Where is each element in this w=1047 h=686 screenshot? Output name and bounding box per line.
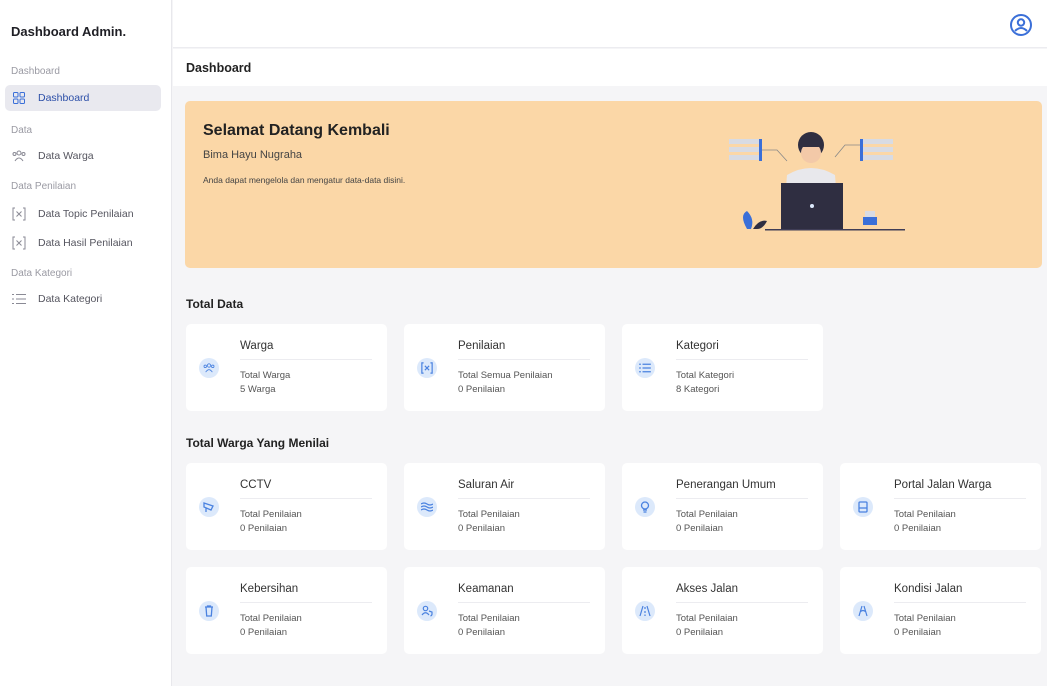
card-title: Warga xyxy=(240,340,372,360)
card-title: Akses Jalan xyxy=(676,583,808,603)
road-condition-icon xyxy=(853,601,873,621)
cctv-icon xyxy=(199,497,219,517)
users-icon xyxy=(11,149,27,163)
card-label: Total Warga xyxy=(240,370,291,381)
card-kebersihan[interactable]: Kebersihan Total Penilaian 0 Penilaian xyxy=(186,567,387,654)
sidebar-item-topic[interactable]: Data Topic Penilaian xyxy=(5,201,161,227)
section-total-data-title: Total Data xyxy=(186,297,244,311)
page-header: Dashboard xyxy=(173,49,1047,86)
sidebar-item-warga[interactable]: Data Warga xyxy=(5,143,161,169)
card-penerangan-umum[interactable]: Penerangan Umum Total Penilaian 0 Penila… xyxy=(622,463,823,550)
sidebar-item-label: Data Warga xyxy=(38,150,94,162)
banner-user-name: Bima Hayu Nugraha xyxy=(203,149,303,161)
sidebar-item-label: Data Hasil Penilaian xyxy=(38,237,133,249)
grid-icon xyxy=(11,91,27,105)
users-icon xyxy=(199,358,219,378)
sidebar: Dashboard Admin. Dashboard Dashboard Dat… xyxy=(0,0,172,686)
section-data: Data xyxy=(11,125,33,136)
card-label: Total Penilaian xyxy=(894,613,956,624)
card-value: 8 Kategori xyxy=(676,384,720,395)
trash-icon xyxy=(199,601,219,621)
sidebar-item-label: Data Topic Penilaian xyxy=(38,208,134,220)
water-icon xyxy=(417,497,437,517)
topbar xyxy=(173,0,1047,48)
road-icon xyxy=(635,601,655,621)
card-value: 0 Penilaian xyxy=(240,523,288,534)
card-title: Penilaian xyxy=(458,340,590,360)
sidebar-item-label: Data Kategori xyxy=(38,293,103,305)
card-value: 0 Penilaian xyxy=(458,627,506,638)
card-penilaian[interactable]: Penilaian Total Semua Penilaian 0 Penila… xyxy=(404,324,605,411)
card-label: Total Penilaian xyxy=(458,509,520,520)
banner-description: Anda dapat mengelola dan mengatur data-d… xyxy=(203,175,406,185)
card-title: Penerangan Umum xyxy=(676,479,808,499)
user-avatar-icon[interactable] xyxy=(1010,14,1032,36)
section-kategori: Data Kategori xyxy=(11,268,73,279)
card-value: 0 Penilaian xyxy=(240,627,288,638)
card-akses-jalan[interactable]: Akses Jalan Total Penilaian 0 Penilaian xyxy=(622,567,823,654)
card-title: CCTV xyxy=(240,479,372,499)
card-title: Kategori xyxy=(676,340,808,360)
section-dashboard: Dashboard xyxy=(11,66,60,77)
card-warga[interactable]: Warga Total Warga 5 Warga xyxy=(186,324,387,411)
card-title: Saluran Air xyxy=(458,479,590,499)
card-value: 0 Penilaian xyxy=(894,627,942,638)
card-value: 0 Penilaian xyxy=(676,523,724,534)
card-label: Total Penilaian xyxy=(676,613,738,624)
sidebar-item-label: Dashboard xyxy=(38,92,90,104)
card-value: 5 Warga xyxy=(240,384,276,395)
card-value: 0 Penilaian xyxy=(458,523,506,534)
card-kondisi-jalan[interactable]: Kondisi Jalan Total Penilaian 0 Penilaia… xyxy=(840,567,1041,654)
card-label: Total Penilaian xyxy=(458,613,520,624)
card-saluran-air[interactable]: Saluran Air Total Penilaian 0 Penilaian xyxy=(404,463,605,550)
card-label: Total Semua Penilaian xyxy=(458,370,553,381)
sidebar-item-kategori[interactable]: Data Kategori xyxy=(5,286,161,312)
card-title: Kondisi Jalan xyxy=(894,583,1026,603)
shield-user-icon xyxy=(417,601,437,621)
sidebar-item-dashboard[interactable]: Dashboard xyxy=(5,85,161,111)
page-title: Dashboard xyxy=(186,61,252,75)
section-penilaian: Data Penilaian xyxy=(11,181,77,192)
card-value: 0 Penilaian xyxy=(458,384,506,395)
brackets-x-icon xyxy=(11,236,27,250)
card-title: Keamanan xyxy=(458,583,590,603)
card-cctv[interactable]: CCTV Total Penilaian 0 Penilaian xyxy=(186,463,387,550)
list-icon xyxy=(635,358,655,378)
list-icon xyxy=(11,292,27,306)
card-portal-jalan-warga[interactable]: Portal Jalan Warga Total Penilaian 0 Pen… xyxy=(840,463,1041,550)
card-value: 0 Penilaian xyxy=(894,523,942,534)
card-label: Total Penilaian xyxy=(240,613,302,624)
card-kategori[interactable]: Kategori Total Kategori 8 Kategori xyxy=(622,324,823,411)
card-label: Total Penilaian xyxy=(894,509,956,520)
card-label: Total Kategori xyxy=(676,370,735,381)
card-title: Kebersihan xyxy=(240,583,372,603)
welcome-banner: Selamat Datang Kembali Bima Hayu Nugraha… xyxy=(185,101,1042,268)
brackets-x-icon xyxy=(417,358,437,378)
welcome-illustration xyxy=(729,132,905,231)
card-keamanan[interactable]: Keamanan Total Penilaian 0 Penilaian xyxy=(404,567,605,654)
sidebar-item-hasil[interactable]: Data Hasil Penilaian xyxy=(5,230,161,256)
banner-title: Selamat Datang Kembali xyxy=(203,122,390,139)
lamp-icon xyxy=(635,497,655,517)
card-label: Total Penilaian xyxy=(676,509,738,520)
section-warga-menilai-title: Total Warga Yang Menilai xyxy=(186,436,330,450)
gate-icon xyxy=(853,497,873,517)
brackets-x-icon xyxy=(11,207,27,221)
card-label: Total Penilaian xyxy=(240,509,302,520)
brand-title: Dashboard Admin. xyxy=(11,24,127,39)
card-title: Portal Jalan Warga xyxy=(894,479,1026,499)
card-value: 0 Penilaian xyxy=(676,627,724,638)
